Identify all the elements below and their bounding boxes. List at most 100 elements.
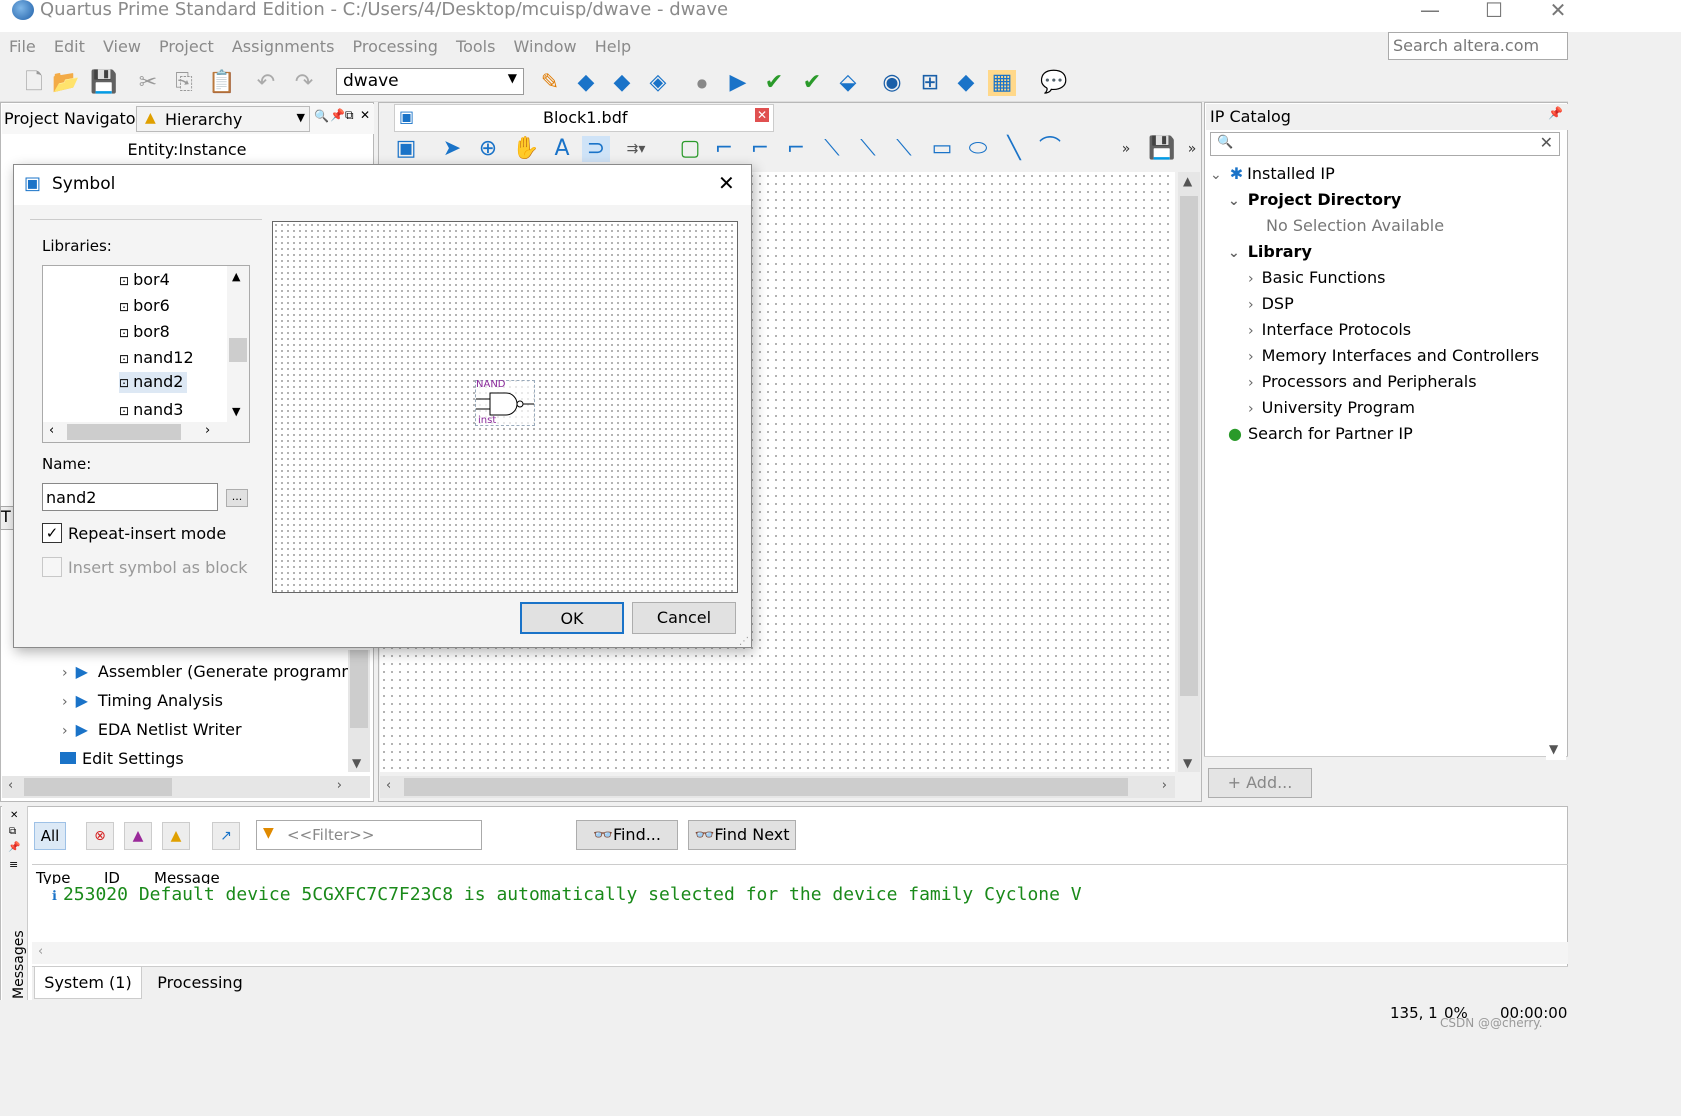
netlist-viewer-icon[interactable]: ⊞ <box>916 70 944 96</box>
ip-project-directory[interactable]: ⌄ Project Directory <box>1228 190 1401 211</box>
scroll-up-icon[interactable]: ▲ <box>232 270 240 283</box>
scroll-down-icon[interactable]: ▼ <box>232 405 240 418</box>
redo-icon[interactable]: ↷ <box>290 70 318 96</box>
clear-search-icon[interactable]: ✕ <box>1540 133 1553 152</box>
ip-library-item[interactable]: › University Program <box>1248 398 1415 419</box>
messages-hscroll[interactable]: ‹ <box>32 942 1568 964</box>
task-edit-settings[interactable]: Edit Settings <box>60 749 184 769</box>
menu-project[interactable]: Project <box>159 34 214 60</box>
analysis-synthesis-icon[interactable]: ◆ <box>572 70 600 96</box>
menu-window[interactable]: Window <box>514 34 577 60</box>
cut-icon[interactable]: ✂ <box>134 70 162 96</box>
minimize-button[interactable]: — <box>1410 0 1450 20</box>
libraries-list[interactable]: ⊡ bor4 ⊡ bor6 ⊡ bor8 ⊡ nand12 ⊡ nand2 ⊡ nand3 … <box>42 265 250 443</box>
ip-library-item[interactable]: › DSP <box>1248 294 1294 315</box>
chip-planner-icon[interactable]: ▦ <box>988 70 1016 96</box>
pin-icon[interactable]: 📌 <box>8 842 20 853</box>
task-eda-netlist-writer[interactable]: › ▶ EDA Netlist Writer <box>62 720 242 741</box>
ip-installed[interactable]: ⌄ ✱ Installed IP <box>1210 164 1335 185</box>
orthogonal-conduit-icon[interactable]: ⌐ <box>782 136 810 162</box>
library-item[interactable]: ⊡ nand3 <box>119 400 183 421</box>
float-icon[interactable]: ⧉ <box>345 108 354 123</box>
scroll-left-icon[interactable]: ‹ <box>386 778 391 793</box>
scroll-down-icon[interactable]: ▼ <box>1183 756 1192 770</box>
library-item-selected[interactable]: ⊡ nand2 <box>119 372 188 393</box>
symbol-tool-icon[interactable]: ⊃ <box>582 136 610 162</box>
menu-file[interactable]: File <box>9 34 36 60</box>
critical-warning-filter-icon[interactable]: ▲ <box>124 822 152 850</box>
ip-library-item[interactable]: › Interface Protocols <box>1248 320 1411 341</box>
repeat-insert-checkbox[interactable]: ✓ <box>42 523 62 543</box>
error-filter-icon[interactable]: ⊗ <box>86 822 114 850</box>
task-timing-analysis[interactable]: › ▶ Timing Analysis <box>62 691 223 712</box>
help-chat-icon[interactable]: 💬 <box>1040 70 1068 96</box>
copy-icon[interactable]: ⎘ <box>170 70 198 96</box>
symbol-name-input[interactable] <box>42 483 218 511</box>
menu-tools[interactable]: Tools <box>456 34 495 60</box>
scroll-down-icon[interactable]: ▼ <box>352 756 361 770</box>
ip-search-input[interactable]: 🔍 ✕ <box>1210 132 1560 156</box>
menu-help[interactable]: Help <box>595 34 631 60</box>
analysis-elaboration-icon[interactable]: ◈ <box>644 70 672 96</box>
hand-tool-icon[interactable]: ✋ <box>512 136 540 162</box>
navigator-vscroll[interactable]: ▼ <box>348 650 370 772</box>
scroll-up-icon[interactable]: ▲ <box>1183 174 1192 188</box>
search-icon[interactable]: 🔍 <box>314 109 329 123</box>
timing-analyzer-icon[interactable]: ◉ <box>878 70 906 96</box>
ip-library[interactable]: ⌄ Library <box>1228 242 1312 263</box>
ok-button[interactable]: OK <box>520 602 624 634</box>
close-tab-icon[interactable]: ✕ <box>755 108 769 122</box>
close-pane-icon[interactable]: ✕ <box>360 108 370 122</box>
tab-system[interactable]: System (1) <box>34 967 142 999</box>
ellipse-tool-icon[interactable]: ⬭ <box>964 136 992 162</box>
insert-as-block-checkbox[interactable] <box>42 557 62 577</box>
close-pane-icon[interactable]: ✕ <box>10 810 18 821</box>
more-tools-2-icon[interactable]: » <box>1178 136 1206 162</box>
add-ip-button[interactable]: + Add... <box>1208 768 1312 798</box>
library-item[interactable]: ⊡ bor8 <box>119 322 170 343</box>
task-assembler[interactable]: › ▶ Assembler (Generate programm <box>62 662 357 683</box>
scroll-right-icon[interactable]: › <box>205 423 210 438</box>
canvas-hscroll[interactable]: ‹ › <box>380 776 1175 798</box>
rectangle-tool-icon[interactable]: ▭ <box>928 136 956 162</box>
undo-icon[interactable]: ↶ <box>252 70 280 96</box>
zoom-tool-icon[interactable]: ⊕ <box>474 136 502 162</box>
assembler-icon[interactable]: ◆ <box>952 70 980 96</box>
navigator-view-select[interactable]: ▲ Hierarchy ▼ <box>136 106 310 132</box>
column-type[interactable]: Type <box>36 869 70 884</box>
ip-partner-search[interactable]: ● Search for Partner IP <box>1228 424 1413 444</box>
library-item[interactable]: ⊡ bor6 <box>119 296 170 317</box>
column-message[interactable]: Message <box>154 869 220 884</box>
pin-icon[interactable]: 📌 <box>1548 106 1563 120</box>
cancel-button[interactable]: Cancel <box>632 602 736 634</box>
edit-settings-icon[interactable]: ✎ <box>536 70 564 96</box>
selection-tool-icon[interactable]: ➤ <box>438 136 466 162</box>
maximize-button[interactable]: ☐ <box>1474 0 1514 20</box>
scroll-right-icon[interactable]: › <box>1162 778 1167 793</box>
warning-filter-icon[interactable]: ▲ <box>162 822 190 850</box>
pin-tool-icon[interactable]: ⇉▾ <box>622 136 650 162</box>
message-filter-input[interactable]: ▼ <<Filter>> <box>256 820 482 850</box>
more-tools-icon[interactable]: » <box>1112 136 1140 162</box>
ip-library-item[interactable]: › Processors and Peripherals <box>1248 372 1477 393</box>
resize-grip-icon[interactable]: ⋰ <box>739 636 749 647</box>
tab-processing[interactable]: Processing <box>146 967 254 999</box>
scroll-right-icon[interactable]: › <box>337 778 342 793</box>
ip-vscroll[interactable]: ▼ <box>1546 160 1566 760</box>
fitter-icon[interactable]: ⬙ <box>834 70 862 96</box>
text-tool-icon[interactable]: A <box>548 136 576 162</box>
menu-assignments[interactable]: Assignments <box>232 34 335 60</box>
all-messages-button[interactable]: All <box>34 822 66 850</box>
entity-column-header[interactable]: Entity:Instance <box>2 140 372 164</box>
scroll-left-icon[interactable]: ‹ <box>49 423 54 438</box>
column-id[interactable]: ID <box>104 869 120 884</box>
diagonal-conduit-icon[interactable]: ⟍ <box>890 136 918 162</box>
start-compilation-icon[interactable]: ▶ <box>724 70 752 96</box>
ip-library-item[interactable]: › Memory Interfaces and Controllers <box>1248 346 1539 367</box>
float-icon[interactable]: ⧉ <box>9 826 16 837</box>
menu-processing[interactable]: Processing <box>353 34 438 60</box>
close-window-button[interactable]: ✕ <box>1538 0 1578 20</box>
menu-edit[interactable]: Edit <box>54 34 85 60</box>
library-item[interactable]: ⊡ nand12 <box>119 348 194 369</box>
pin-icon[interactable]: 📌 <box>330 108 345 122</box>
